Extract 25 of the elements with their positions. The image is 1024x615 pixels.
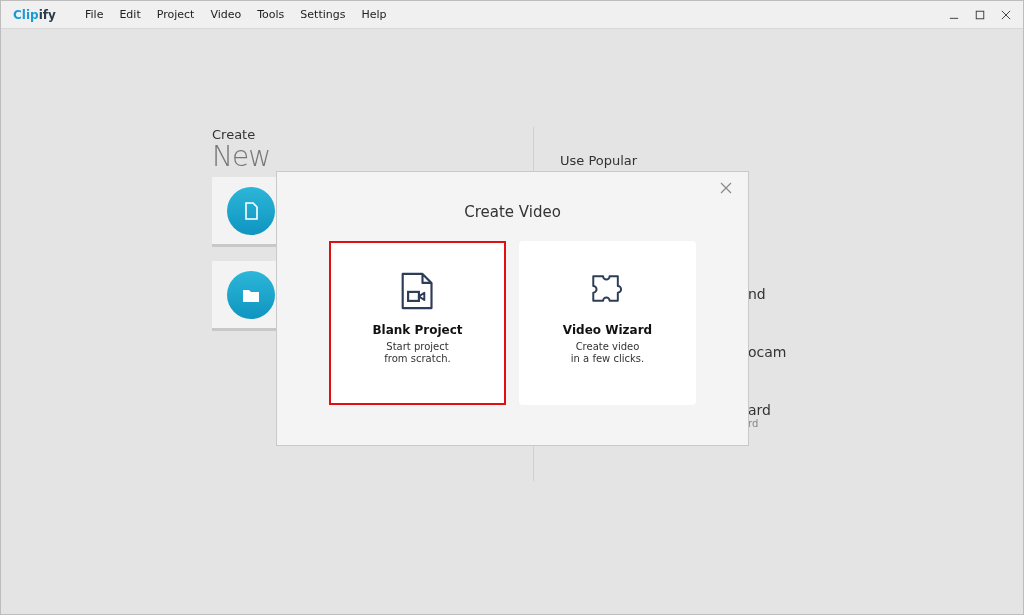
menu-item[interactable]: Settings xyxy=(292,8,354,21)
section-heading: Create xyxy=(212,127,256,142)
option-card[interactable]: Blank Project Start project from scratch. xyxy=(329,241,506,405)
item-subtitle: rd xyxy=(748,418,760,429)
item-title[interactable]: nd xyxy=(748,286,787,302)
option-card[interactable]: Video Wizard Create video in a few clicks. xyxy=(519,241,696,405)
menu-item[interactable]: Edit xyxy=(111,8,149,21)
option-title: Blank Project xyxy=(372,323,463,337)
dialog-title: Create Video xyxy=(464,203,561,221)
section-title: New xyxy=(212,140,271,173)
app-logo: Clipify xyxy=(13,7,57,22)
maximize-icon[interactable] xyxy=(975,9,985,20)
menu-item[interactable]: Help xyxy=(353,8,395,21)
item-title[interactable]: ocam xyxy=(748,344,787,360)
menu-item[interactable]: File xyxy=(77,8,112,21)
item-title[interactable]: ard xyxy=(748,402,787,418)
menu-item[interactable]: Video xyxy=(202,8,250,21)
menu-item[interactable]: Project xyxy=(148,8,203,21)
option-description: Start project from scratch. xyxy=(384,341,451,365)
section-heading: Use Popular xyxy=(560,153,638,168)
menu-item[interactable]: Tools xyxy=(249,8,293,21)
option-title: Video Wizard xyxy=(562,323,653,337)
close-icon[interactable] xyxy=(1001,9,1011,20)
video-file-icon xyxy=(399,271,436,311)
option-description: Create video in a few clicks. xyxy=(570,341,645,365)
